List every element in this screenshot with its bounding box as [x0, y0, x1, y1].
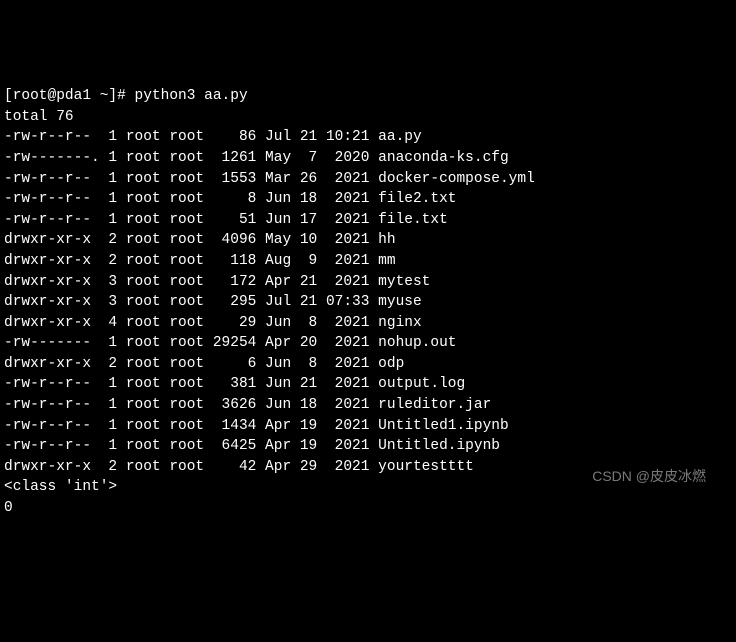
terminal-output[interactable]: [root@pda1 ~]# python3 aa.py total 76 -r…	[4, 86, 732, 518]
